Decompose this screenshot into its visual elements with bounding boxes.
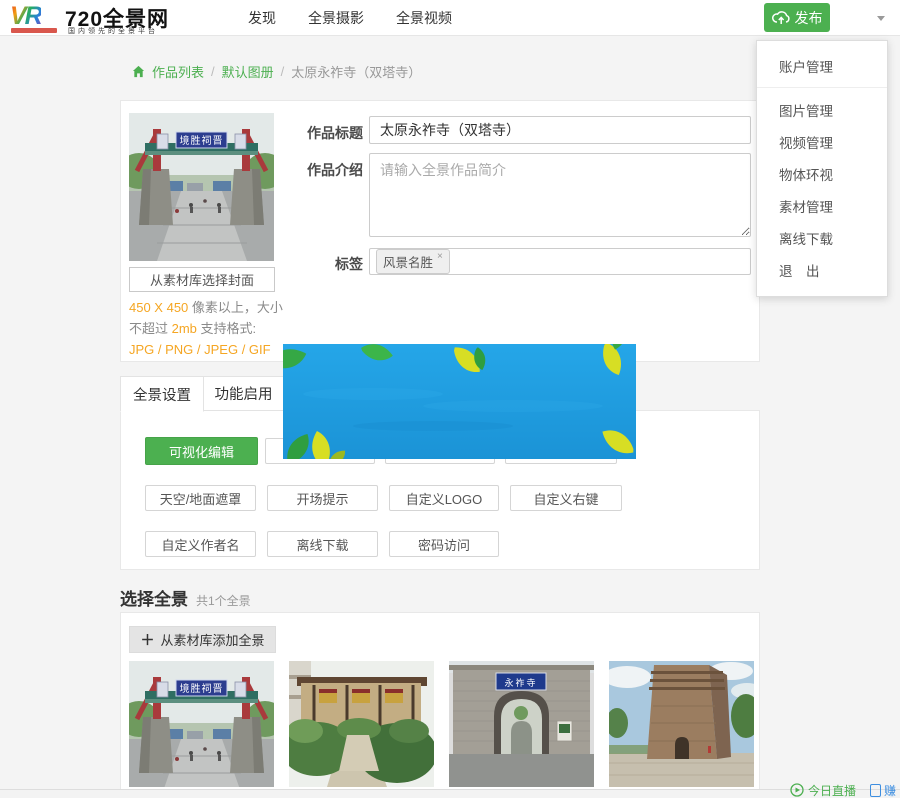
- offline-download-button[interactable]: 离线下载: [267, 531, 378, 557]
- cover-hint-text: 450 X 450 像素以上，大小不超过 2mb 支持格式: JPG / PNG…: [129, 297, 283, 360]
- main-nav: 发现 全景摄影 全景视频: [248, 0, 452, 36]
- cover-image[interactable]: [129, 113, 274, 261]
- breadcrumb-current: 太原永祚寺（双塔寺）: [291, 62, 421, 81]
- custom-rightclick-button[interactable]: 自定义右键: [510, 485, 622, 511]
- gate-graphic: [449, 661, 594, 787]
- breadcrumb-works-list[interactable]: 作品列表: [152, 62, 204, 81]
- menu-item-videos[interactable]: 视频管理: [757, 126, 887, 158]
- breadcrumb-default-album[interactable]: 默认图册: [222, 62, 274, 81]
- cover-image-graphic: [129, 113, 274, 261]
- pano-thumbnail-courtyard[interactable]: [289, 661, 434, 787]
- cover-hint-mid2: 支持格式:: [197, 321, 256, 336]
- password-access-button[interactable]: 密码访问: [389, 531, 499, 557]
- courtyard-graphic: [289, 661, 434, 787]
- tab-pano-settings[interactable]: 全景设置: [120, 376, 204, 412]
- menu-divider: [757, 87, 887, 88]
- pano-section-header: 选择全景 共1个全景: [120, 585, 251, 610]
- visual-edit-button[interactable]: 可视化编辑: [145, 437, 258, 465]
- user-dropdown-menu: 账户管理 图片管理 视频管理 物体环视 素材管理 离线下载 退 出: [756, 40, 888, 297]
- menu-item-materials[interactable]: 素材管理: [757, 190, 887, 222]
- tab-feature-enable[interactable]: 功能启用: [204, 376, 284, 411]
- description-textarea[interactable]: [369, 153, 751, 237]
- floating-widgets: 今日直播 赚: [790, 782, 896, 798]
- earn-widget[interactable]: 赚: [870, 782, 896, 798]
- nav-item-video[interactable]: 全景视频: [396, 8, 452, 28]
- promo-banner-graphic: [283, 344, 636, 459]
- choose-cover-button[interactable]: 从素材库选择封面: [129, 267, 275, 292]
- title-input[interactable]: [369, 116, 751, 144]
- opening-tip-button[interactable]: 开场提示: [267, 485, 378, 511]
- breadcrumb: 作品列表 / 默认图册 / 太原永祚寺（双塔寺）: [132, 62, 421, 81]
- promo-banner[interactable]: [283, 344, 636, 459]
- pano-section-title: 选择全景: [120, 585, 188, 610]
- cover-hint-formats: JPG / PNG / JPEG / GIF: [129, 342, 271, 357]
- tag-label: 标签: [293, 254, 363, 274]
- menu-item-logout[interactable]: 退 出: [757, 254, 887, 286]
- cover-hint-size: 450 X 450: [129, 300, 188, 315]
- tag-pill: 风景名胜 ×: [376, 249, 450, 274]
- work-form-card: 从素材库选择封面 450 X 450 像素以上，大小不超过 2mb 支持格式: …: [120, 100, 760, 362]
- title-label: 作品标题: [293, 123, 363, 143]
- home-icon: [132, 65, 145, 78]
- vr-logo-mark: VR: [10, 2, 41, 31]
- cover-hint-limit: 2mb: [172, 321, 197, 336]
- description-label: 作品介绍: [293, 160, 363, 180]
- user-avatar[interactable]: [842, 0, 900, 35]
- page: 境胜祠晋: [0, 0, 900, 798]
- pano-count: 共1个全景: [196, 592, 251, 609]
- live-label: 今日直播: [808, 782, 856, 798]
- top-navbar: VR 720全景网 国内领先的全景平台 发现 全景摄影 全景视频 发布: [0, 0, 900, 36]
- publish-label: 发布: [795, 8, 823, 28]
- pano-thumbnail-pagoda[interactable]: [609, 661, 754, 787]
- footer-bar: [0, 789, 900, 798]
- nav-item-discover[interactable]: 发现: [248, 8, 276, 28]
- breadcrumb-separator: /: [281, 64, 285, 79]
- play-circle-icon: [790, 783, 804, 797]
- tag-input[interactable]: 风景名胜 ×: [369, 248, 751, 275]
- pano-picker-card: ＋ 从素材库添加全景: [120, 612, 760, 790]
- nav-item-photography[interactable]: 全景摄影: [308, 8, 364, 28]
- add-pano-button[interactable]: ＋ 从素材库添加全景: [129, 626, 276, 653]
- plus-icon: ＋: [140, 630, 154, 650]
- breadcrumb-separator: /: [211, 64, 215, 79]
- logo-red-subtext: [11, 28, 57, 33]
- menu-item-offline[interactable]: 离线下载: [757, 222, 887, 254]
- archway-graphic: [129, 661, 274, 787]
- menu-item-account[interactable]: 账户管理: [757, 47, 887, 85]
- add-pano-label: 从素材库添加全景: [160, 630, 264, 649]
- menu-item-images[interactable]: 图片管理: [757, 94, 887, 126]
- pano-thumbnail-archway[interactable]: [129, 661, 274, 787]
- sky-ground-mask-button[interactable]: 天空/地面遮罩: [145, 485, 256, 511]
- custom-author-button[interactable]: 自定义作者名: [145, 531, 256, 557]
- chevron-down-icon[interactable]: [877, 16, 885, 21]
- live-widget[interactable]: 今日直播: [790, 782, 856, 798]
- publish-button[interactable]: 发布: [764, 3, 830, 32]
- logo-tagline: 国内领先的全景平台: [68, 26, 158, 36]
- earn-icon: [870, 784, 881, 797]
- tag-remove-icon[interactable]: ×: [437, 252, 443, 262]
- custom-logo-button[interactable]: 自定义LOGO: [389, 485, 499, 511]
- menu-item-object-view[interactable]: 物体环视: [757, 158, 887, 190]
- pano-thumbnail-gate[interactable]: [449, 661, 594, 787]
- earn-label: 赚: [884, 782, 896, 798]
- pagoda-graphic: [609, 661, 754, 787]
- tag-pill-label: 风景名胜: [383, 252, 433, 271]
- cloud-upload-icon: [772, 11, 790, 25]
